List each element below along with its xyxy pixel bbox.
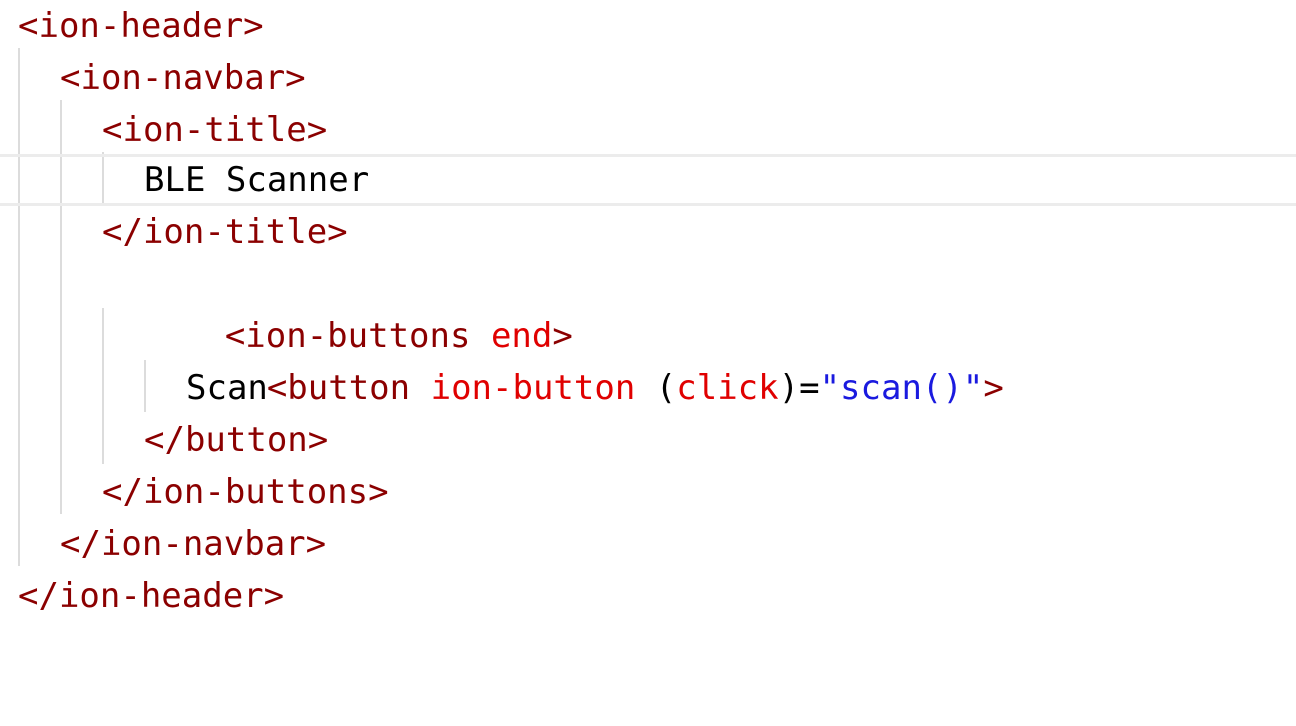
text-token: Scan (186, 368, 268, 408)
code-line[interactable]: </ion-header> (0, 570, 1296, 622)
code-editor[interactable]: <ion-header> <ion-navbar> <ion-title> BL… (0, 0, 1296, 634)
code-line[interactable]: <ion-header> (0, 0, 1296, 52)
text-token: BLE Scanner (144, 160, 370, 200)
tag-token: </ion-header> (18, 576, 285, 616)
code-line[interactable]: <button ion-button (click)="scan()"> (0, 310, 1296, 408)
code-line[interactable]: </button> (0, 414, 1296, 466)
code-line[interactable]: Scan (0, 362, 1296, 414)
tag-token: <ion-title> (102, 110, 328, 150)
tag-token: <ion-header> (18, 6, 264, 46)
code-line[interactable]: <ion-buttons end> (0, 258, 1296, 356)
tag-token: </button> (144, 420, 329, 460)
code-line[interactable]: </ion-buttons> (0, 466, 1296, 518)
code-line[interactable]: </ion-title> (0, 206, 1296, 258)
tag-token: </ion-title> (102, 212, 348, 252)
code-line-current[interactable]: BLE Scanner (0, 154, 1296, 206)
code-line[interactable]: </ion-navbar> (0, 518, 1296, 570)
tag-token: </ion-navbar> (60, 524, 327, 564)
code-line[interactable]: <ion-title> (0, 104, 1296, 156)
tag-token: <ion-navbar> (60, 58, 306, 98)
code-line[interactable]: <ion-navbar> (0, 52, 1296, 104)
tag-token: </ion-buttons> (102, 472, 389, 512)
